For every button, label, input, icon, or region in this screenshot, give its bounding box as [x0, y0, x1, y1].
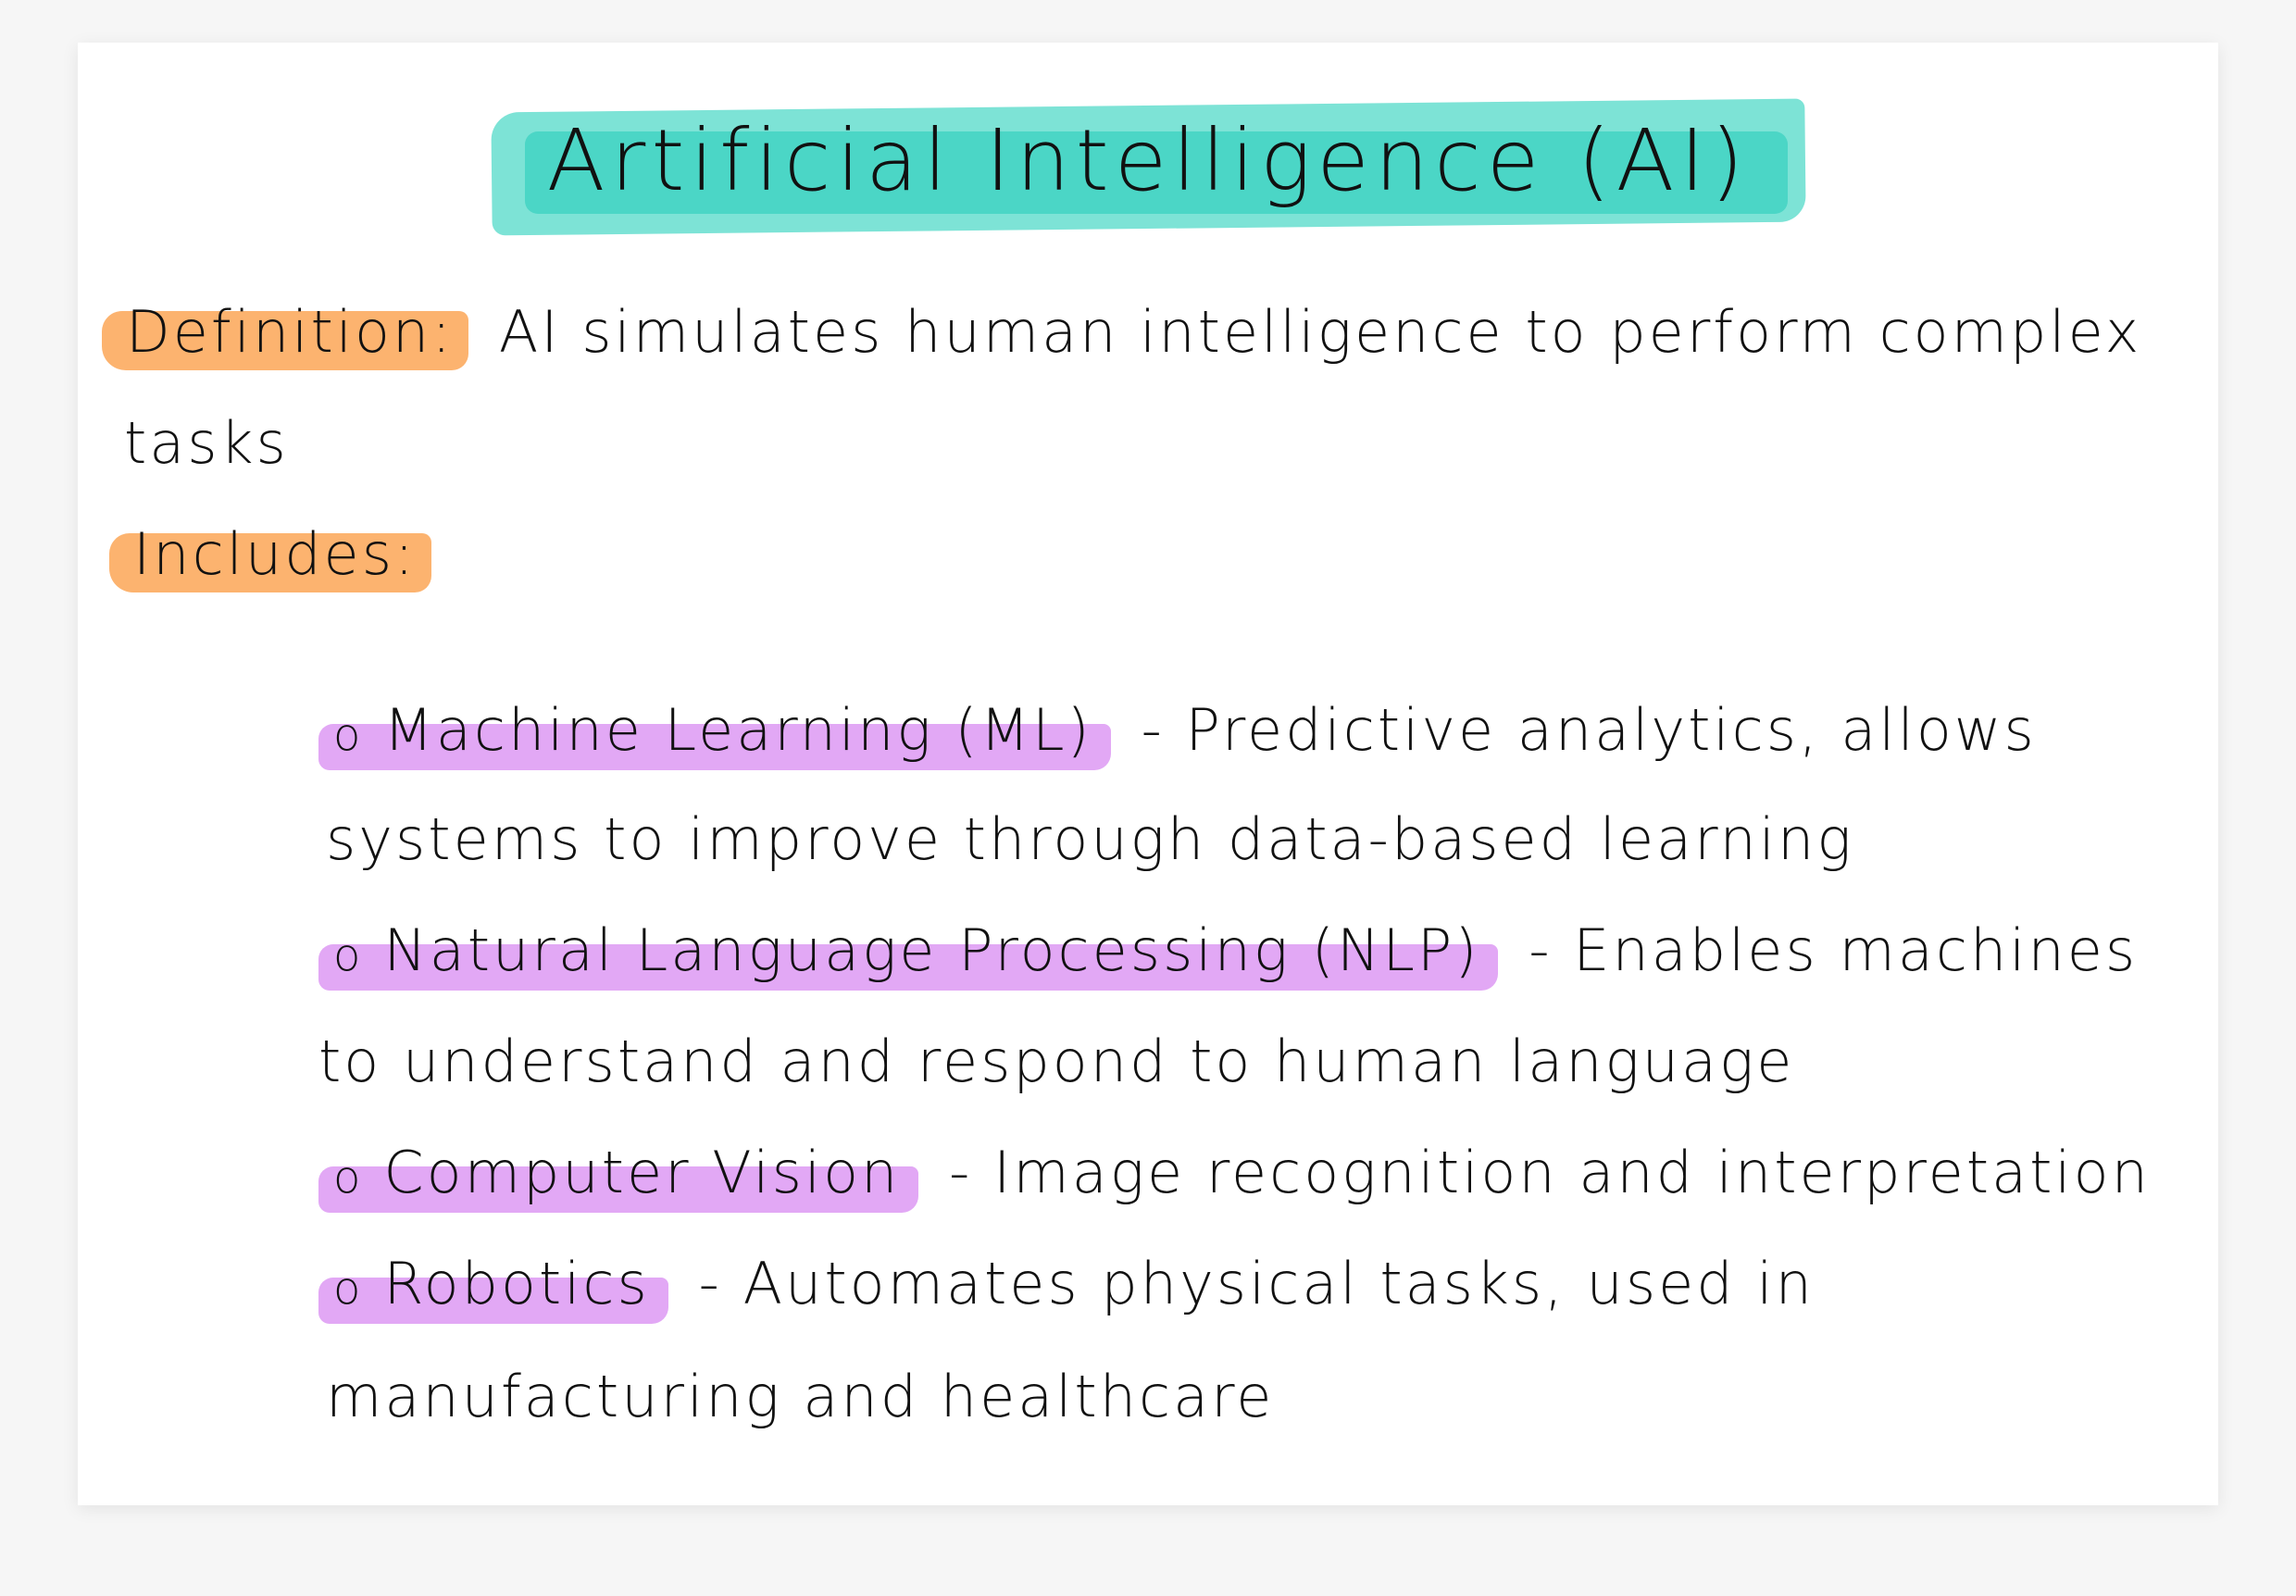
page-title: Artificial Intelligence (AI) [546, 111, 1750, 210]
note-card: Artificial Intelligence (AI) Definition:… [78, 43, 2218, 1505]
title-highlight: Artificial Intelligence (AI) [492, 91, 1805, 234]
list-item-desc: - Automates physical tasks, used in [698, 1250, 1815, 1317]
term-text: Computer Vision [383, 1139, 901, 1206]
definition-line-1: Definition: AI simulates human intellige… [101, 298, 2141, 370]
term-text: Robotics [383, 1250, 650, 1317]
includes-line: Includes: [109, 520, 431, 592]
includes-label: Includes: [109, 520, 431, 592]
bullet: o [333, 1152, 364, 1203]
list-item-term: o Machine Learning (ML) [318, 702, 1111, 770]
bullet: o [333, 1263, 364, 1315]
definition-text: AI simulates human intelligence to perfo… [498, 298, 2142, 366]
list-item: o Robotics - Automates physical tasks, us… [318, 1255, 1815, 1324]
bullet: o [333, 929, 364, 981]
list-item: o Computer Vision - Image recognition and… [318, 1144, 2151, 1213]
list-item-desc-cont: to understand and respond to human langu… [318, 1028, 1795, 1095]
term-text: Natural Language Processing (NLP) [383, 916, 1480, 984]
list-item-desc: - Enables machines [1529, 916, 2139, 984]
definition-label: Definition: [101, 298, 469, 370]
list-item-desc-cont: systems to improve through data-based le… [326, 805, 1854, 873]
list-item-term: o Robotics [318, 1255, 668, 1324]
bullet: o [333, 709, 364, 761]
term-text: Machine Learning (ML) [383, 696, 1092, 764]
list-item: o Machine Learning (ML) - Predictive anal… [318, 702, 2037, 770]
list-item: o Natural Language Processing (NLP) - Ena… [318, 922, 2138, 991]
list-item-term: o Computer Vision [318, 1144, 919, 1213]
list-item-desc: - Predictive analytics, allows [1141, 696, 2037, 764]
title-area: Artificial Intelligence (AI) [78, 91, 2218, 234]
list-item-desc-cont: manufacturing and healthcare [326, 1363, 1275, 1430]
list-item-term: o Natural Language Processing (NLP) [318, 922, 1499, 991]
list-item-desc: - Image recognition and interpretation [949, 1139, 2151, 1206]
definition-line-2: tasks [124, 409, 289, 477]
